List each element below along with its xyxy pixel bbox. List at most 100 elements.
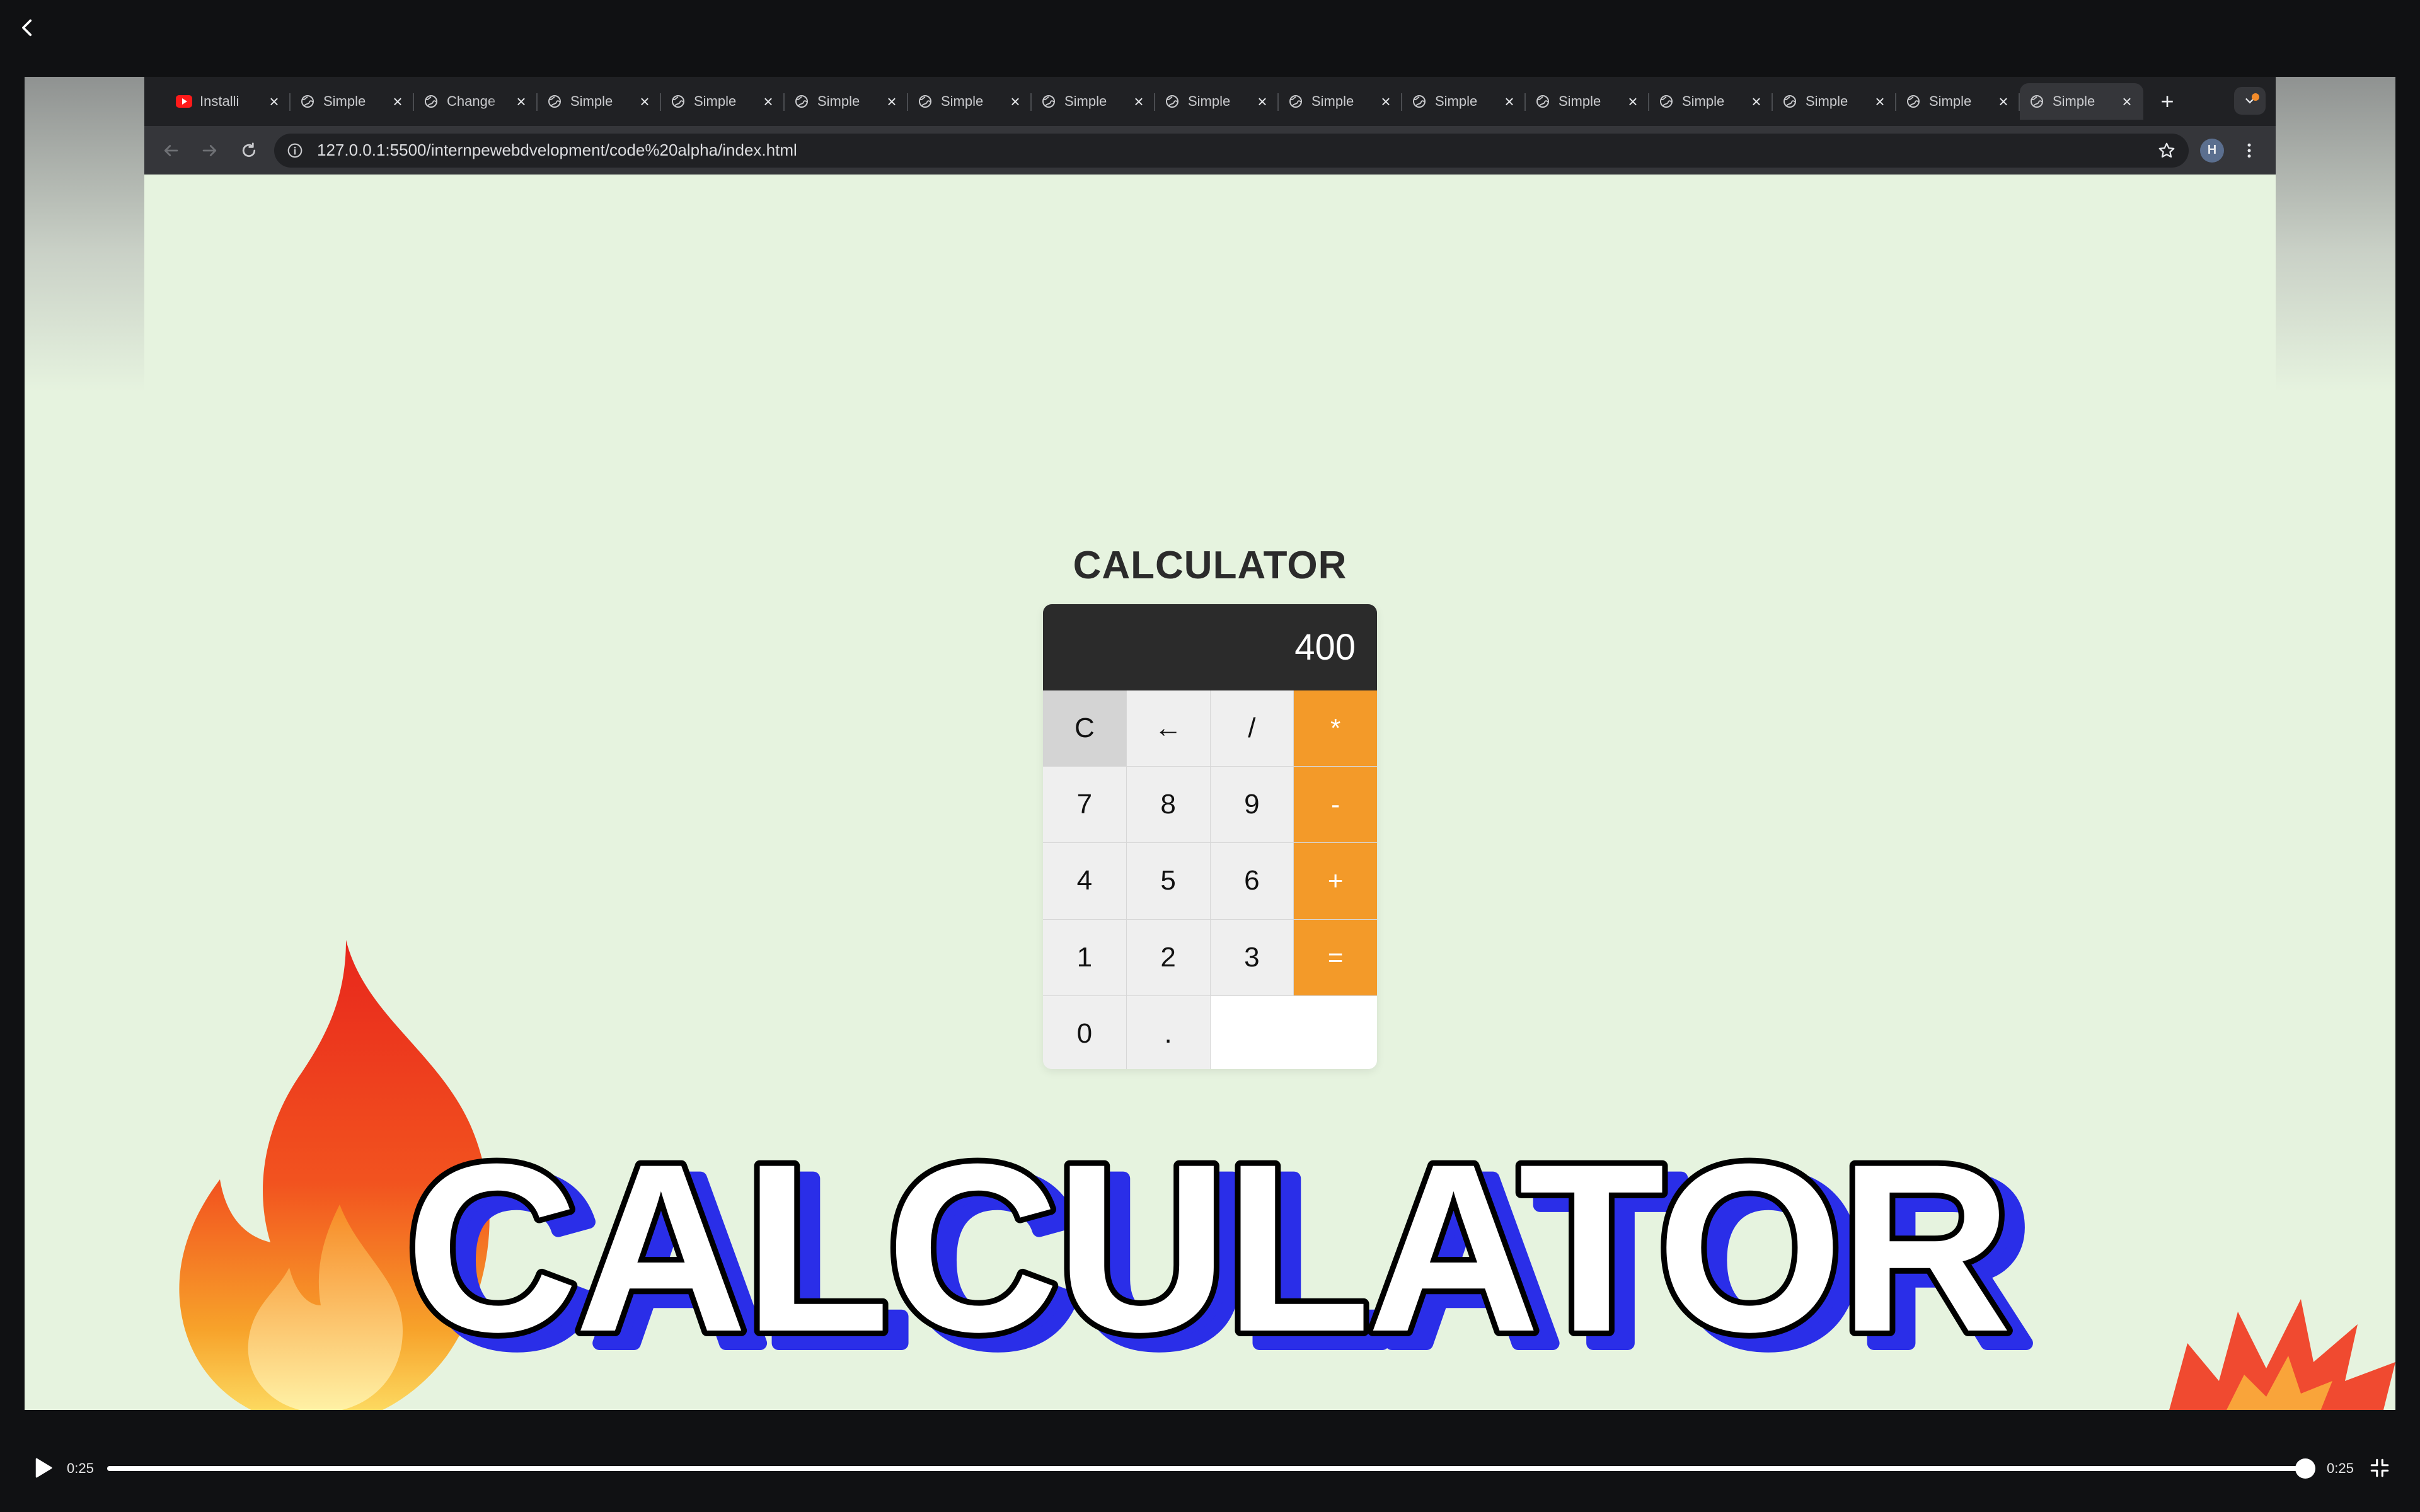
globe-icon <box>1164 93 1180 110</box>
tab-title: Simple <box>1929 93 1972 109</box>
globe-icon <box>793 93 810 110</box>
close-tab-icon[interactable]: × <box>1625 93 1640 110</box>
seek-handle[interactable] <box>2295 1458 2315 1479</box>
tab-title: Simple <box>570 93 613 109</box>
tab-title: Simple <box>694 93 737 109</box>
seek-bar[interactable] <box>107 1458 2315 1479</box>
browser-tab[interactable]: Simple × <box>291 83 414 120</box>
kebab-menu-icon <box>2247 143 2251 158</box>
current-time: 0:25 <box>67 1460 94 1476</box>
globe-icon <box>1782 93 1798 110</box>
calc-key[interactable]: = <box>1294 919 1377 995</box>
seek-bar-fill <box>107 1466 2305 1471</box>
close-tab-icon[interactable]: × <box>267 93 282 110</box>
calc-key[interactable]: 5 <box>1126 843 1210 919</box>
youtube-icon <box>176 93 192 110</box>
browser-tab[interactable]: Simple × <box>538 83 661 120</box>
close-tab-icon[interactable]: × <box>1008 93 1023 110</box>
tab-strip: Installi × Simple × Change × Simple × Simple × Sim… <box>144 77 2276 126</box>
browser-tab[interactable]: Installi × <box>167 83 291 120</box>
calc-key[interactable]: C <box>1043 690 1126 767</box>
calculator-widget: 400 C ← / * 7 8 9- 4 5 6 +1 2 3 = 0. <box>1043 604 1377 1069</box>
tab-title: Change <box>447 93 496 109</box>
notification-dot <box>2252 93 2259 101</box>
close-tab-icon[interactable]: × <box>2119 93 2135 110</box>
calc-key[interactable]: * <box>1294 690 1377 767</box>
back-nav-button[interactable] <box>157 137 185 164</box>
close-tab-icon[interactable]: × <box>1378 93 1393 110</box>
browser-menu-button[interactable] <box>2235 137 2263 164</box>
browser-tab[interactable]: Simple × <box>785 83 908 120</box>
video-edge-shade-right <box>2276 77 2395 392</box>
browser-tab[interactable]: Simple × <box>1279 83 1402 120</box>
browser-tab[interactable]: Simple × <box>2020 83 2143 120</box>
browser-tab[interactable]: Simple × <box>1402 83 1526 120</box>
calc-key[interactable]: 2 <box>1126 919 1210 995</box>
arrow-right-icon <box>202 144 217 156</box>
close-tab-icon[interactable]: × <box>884 93 899 110</box>
forward-nav-button[interactable] <box>196 137 224 164</box>
calc-key[interactable]: 7 <box>1043 767 1126 843</box>
globe-icon <box>546 93 563 110</box>
globe-icon <box>1040 93 1057 110</box>
close-tab-icon[interactable]: × <box>390 93 405 110</box>
calc-key[interactable]: 9 <box>1210 767 1294 843</box>
close-tab-icon[interactable]: × <box>637 93 652 110</box>
calc-key[interactable]: 8 <box>1126 767 1210 843</box>
close-tab-icon[interactable]: × <box>1502 93 1517 110</box>
address-bar[interactable]: 127.0.0.1:5500/internpewebdvelopment/cod… <box>274 133 2189 168</box>
browser-toolbar: 127.0.0.1:5500/internpewebdvelopment/cod… <box>144 126 2276 175</box>
close-tab-icon[interactable]: × <box>761 93 776 110</box>
browser-tab[interactable]: Simple × <box>908 83 1032 120</box>
exit-fullscreen-button[interactable] <box>2367 1455 2392 1480</box>
globe-icon <box>1288 93 1304 110</box>
calc-key[interactable]: ← <box>1126 690 1210 767</box>
browser-tab[interactable]: Simple × <box>1649 83 1773 120</box>
browser-tab[interactable]: Change × <box>414 83 538 120</box>
video-frame[interactable]: Installi × Simple × Change × Simple × Simple × Sim… <box>25 77 2395 1410</box>
tab-title: Simple <box>1188 93 1231 109</box>
star-icon[interactable] <box>2157 141 2176 160</box>
profile-avatar[interactable]: H <box>2200 138 2224 163</box>
calc-key[interactable]: 3 <box>1210 919 1294 995</box>
tab-title: Simple <box>817 93 860 109</box>
close-tab-icon[interactable]: × <box>1131 93 1146 110</box>
calc-key[interactable]: 6 <box>1210 843 1294 919</box>
calc-key[interactable]: 4 <box>1043 843 1126 919</box>
calc-key[interactable]: 0 <box>1043 995 1126 1069</box>
calc-key[interactable]: + <box>1294 843 1377 919</box>
globe-icon <box>299 93 316 110</box>
calc-key[interactable]: - <box>1294 767 1377 843</box>
calc-key[interactable]: 1 <box>1043 919 1126 995</box>
arrow-left-icon <box>164 144 178 156</box>
new-tab-button[interactable]: + <box>2155 88 2180 115</box>
browser-tab[interactable]: Simple × <box>1155 83 1279 120</box>
close-tab-icon[interactable]: × <box>1872 93 1887 110</box>
browser-tab[interactable]: Simple × <box>1773 83 1896 120</box>
browser-tab[interactable]: Simple × <box>1526 83 1649 120</box>
globe-icon <box>670 93 686 110</box>
video-player: Installi × Simple × Change × Simple × Simple × Sim… <box>0 0 2420 1512</box>
calculator-title: CALCULATOR <box>1073 544 1347 587</box>
playback-controls <box>0 1410 2420 1512</box>
reload-icon <box>242 142 256 157</box>
duration-time: 0:25 <box>2327 1460 2354 1476</box>
calc-key[interactable]: . <box>1126 995 1210 1069</box>
tab-title: Installi <box>200 93 239 109</box>
close-tab-icon[interactable]: × <box>1996 93 2011 110</box>
play-icon <box>35 1458 52 1478</box>
browser-tab[interactable]: Simple × <box>1032 83 1155 120</box>
back-button[interactable] <box>14 10 42 45</box>
tab-search-button[interactable] <box>2234 87 2266 115</box>
close-tab-icon[interactable]: × <box>1749 93 1764 110</box>
play-button[interactable] <box>28 1453 58 1483</box>
close-tab-icon[interactable]: × <box>514 93 529 110</box>
reload-button[interactable] <box>235 137 263 164</box>
browser-tab[interactable]: Simple × <box>1896 83 2020 120</box>
browser-tab[interactable]: Simple × <box>661 83 785 120</box>
tab-title: Simple <box>1682 93 1725 109</box>
calc-key[interactable]: / <box>1210 690 1294 767</box>
keypad-empty-cell <box>1210 995 1377 1069</box>
close-tab-icon[interactable]: × <box>1255 93 1270 110</box>
tab-title: Simple <box>941 93 984 109</box>
